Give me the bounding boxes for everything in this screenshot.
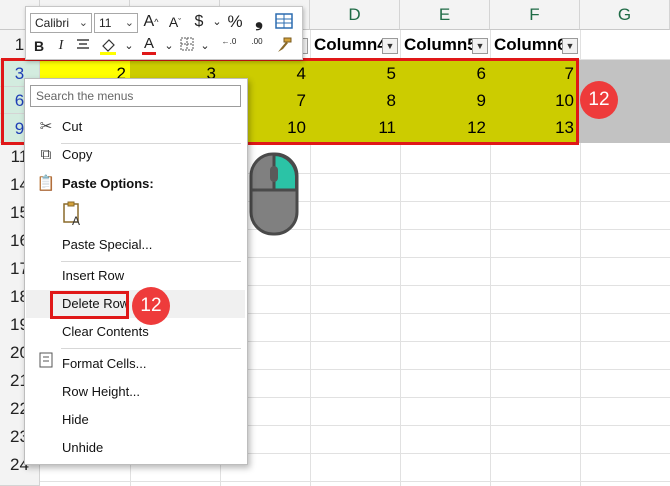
scissors-icon: ✂ — [39, 118, 53, 135]
menu-item-label: Paste Options: — [62, 176, 154, 191]
menu-item-label: Paste Special... — [62, 237, 153, 252]
svg-text:A: A — [72, 214, 80, 227]
column-header-e[interactable]: E — [400, 0, 490, 30]
filter-dropdown-icon[interactable]: ▼ — [382, 38, 398, 54]
format-cells-icon — [36, 350, 56, 378]
paste-icon: 📋 — [36, 175, 56, 192]
chevron-down-icon[interactable]: ⌄ — [160, 36, 178, 56]
decrease-decimal-icon: ←.0 — [221, 37, 237, 46]
filter-dropdown-icon[interactable]: ▼ — [562, 38, 578, 54]
currency-button[interactable]: $ — [190, 12, 208, 32]
table-style-icon — [275, 13, 293, 29]
chevron-down-icon[interactable]: ⌄ — [208, 12, 226, 32]
clipboard-paste-icon: A — [63, 201, 80, 228]
font-size-value: 11 — [99, 16, 112, 30]
menu-item-label: Unhide — [62, 440, 104, 455]
column-header-f[interactable]: F — [490, 0, 580, 30]
menu-item-paste-special[interactable]: Paste Special... — [26, 231, 245, 259]
align-center-icon — [77, 39, 89, 49]
decrease-decimal-button[interactable]: ←.0 — [216, 37, 242, 57]
menu-search-input[interactable]: Search the menus — [30, 85, 241, 107]
fill-color-button[interactable] — [98, 36, 120, 56]
mini-toolbar: Calibri ⌄ 11 ⌄ A^ Aˇ $ ⌄ % ❟ B I ⌄ A ⌄ ⌄… — [25, 6, 303, 60]
menu-item-label: Copy — [62, 147, 93, 162]
font-color-icon: A — [143, 35, 154, 52]
table-header-column5[interactable]: Column5 — [402, 31, 474, 59]
context-menu: Search the menus ✂ Cut ⧉ Copy 📋 Paste Op… — [24, 78, 248, 465]
menu-item-label: Insert Row — [62, 268, 125, 283]
mouse-right-click-icon — [249, 152, 299, 236]
menu-separator — [61, 348, 241, 349]
increase-decimal-button[interactable]: .00 — [244, 37, 270, 57]
menu-item-hide[interactable]: Hide — [26, 406, 245, 434]
menu-item-label: Clear Contents — [62, 324, 149, 339]
chevron-down-icon: ⌄ — [124, 17, 134, 29]
menu-item-paste-options: 📋 Paste Options: — [26, 170, 245, 198]
copy-icon: ⧉ — [40, 146, 52, 163]
table-header-column6[interactable]: Column6 — [492, 31, 564, 59]
paste-keep-source-button[interactable]: A — [61, 201, 85, 229]
menu-item-label: Row Height... — [62, 384, 141, 399]
menu-item-label: Format Cells... — [62, 356, 147, 371]
fill-bucket-icon — [100, 39, 116, 55]
chevron-down-icon: ⌄ — [78, 17, 88, 29]
paintbrush-icon — [278, 37, 292, 52]
column-header-g[interactable]: G — [580, 0, 670, 30]
borders-button[interactable] — [178, 36, 196, 56]
grow-font-icon: A — [143, 13, 155, 30]
menu-item-label: Hide — [62, 412, 89, 427]
shrink-font-icon: A — [168, 14, 179, 30]
menu-item-row-height[interactable]: Row Height... — [26, 378, 245, 406]
grid-line — [40, 481, 670, 482]
menu-item-label: Cut — [62, 119, 83, 134]
italic-button[interactable]: I — [52, 36, 70, 56]
filter-dropdown-icon[interactable]: ▼ — [472, 38, 488, 54]
table-header-column4[interactable]: Column4 — [312, 31, 384, 59]
menu-item-unhide[interactable]: Unhide — [26, 434, 245, 462]
increase-decimal-icon: .00 — [251, 37, 263, 46]
percent-button[interactable]: % — [226, 12, 244, 32]
bold-button[interactable]: B — [30, 36, 48, 56]
menu-item-clear-contents[interactable]: Clear Contents — [26, 318, 245, 346]
menu-item-insert-row[interactable]: Insert Row — [26, 262, 245, 290]
delete-row-highlight-box — [50, 291, 129, 319]
menu-item-format-cells[interactable]: Format Cells... — [26, 350, 245, 378]
font-size-dropdown[interactable]: 11 ⌄ — [94, 13, 138, 33]
shrink-font-button[interactable]: Aˇ — [166, 12, 184, 32]
chevron-down-icon[interactable]: ⌄ — [120, 36, 138, 56]
column-header-d[interactable]: D — [310, 0, 400, 30]
menu-item-copy[interactable]: ⧉ Copy — [26, 141, 245, 169]
comma-style-button[interactable]: ❟ — [250, 10, 268, 30]
font-name-value: Calibri — [35, 16, 70, 30]
menu-item-cut[interactable]: ✂ Cut — [26, 113, 245, 141]
align-center-button[interactable] — [74, 36, 92, 56]
format-table-button[interactable] — [274, 12, 294, 32]
grow-font-button[interactable]: A^ — [142, 12, 160, 32]
chevron-down-icon[interactable]: ⌄ — [196, 36, 214, 56]
step-badge: 12 — [580, 81, 618, 119]
borders-icon — [180, 37, 194, 51]
step-badge: 12 — [132, 287, 170, 325]
font-color-button[interactable]: A — [140, 34, 158, 55]
font-name-dropdown[interactable]: Calibri ⌄ — [30, 13, 92, 33]
format-painter-button[interactable] — [274, 36, 294, 56]
